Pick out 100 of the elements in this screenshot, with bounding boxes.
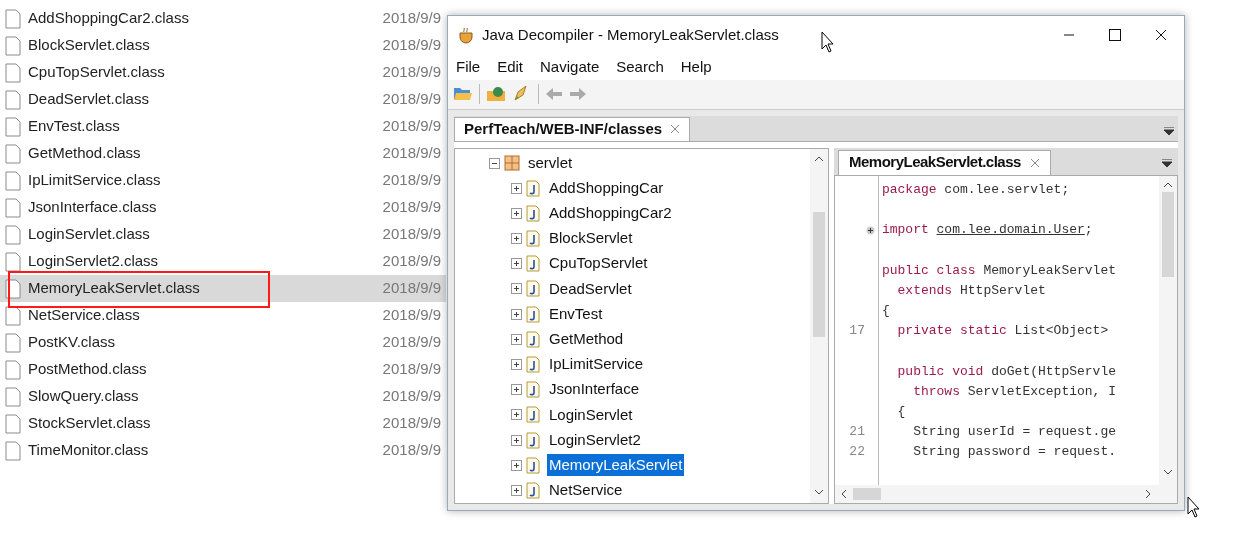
class-file-icon — [526, 230, 540, 248]
file-row[interactable]: SlowQuery.class 2018/9/9 — [0, 383, 446, 410]
menu-item[interactable]: Search — [616, 55, 664, 78]
file-name: IpLimitService.class — [28, 170, 161, 191]
editor-tab[interactable]: MemoryLeakServlet.class — [837, 149, 1051, 175]
file-icon — [5, 386, 21, 407]
close-icon[interactable] — [670, 124, 681, 135]
vertical-scrollbar[interactable] — [1159, 175, 1177, 485]
expand-icon[interactable] — [511, 233, 522, 245]
tree-item[interactable]: CpuTopServlet — [547, 252, 650, 275]
horizontal-scrollbar[interactable] — [834, 485, 1177, 503]
class-file-icon — [526, 431, 540, 449]
class-file-icon — [526, 330, 540, 348]
file-name: PostMethod.class — [28, 359, 147, 380]
class-file-icon — [526, 355, 540, 373]
file-row[interactable]: TimeMonitor.class 2018/9/9 — [0, 437, 446, 464]
tree-item[interactable]: AddShoppingCar2 — [547, 202, 674, 225]
close-icon[interactable] — [1029, 157, 1040, 168]
scrollbar-thumb[interactable] — [812, 211, 825, 337]
class-file-icon — [526, 381, 540, 399]
code-line: package com.lee.servlet; — [881, 180, 1070, 199]
file-row[interactable]: LoginServlet.class 2018/9/9 — [0, 221, 446, 248]
file-date: 2018/9/9 — [382, 413, 442, 434]
file-row[interactable]: PostMethod.class 2018/9/9 — [0, 356, 446, 383]
file-row[interactable]: BlockServlet.class 2018/9/9 — [0, 32, 446, 59]
collapse-icon[interactable] — [489, 157, 500, 169]
file-row[interactable]: AddShoppingCar2.class 2018/9/9 — [0, 5, 446, 32]
scrollbar-thumb[interactable] — [852, 488, 881, 500]
expand-icon[interactable] — [511, 207, 522, 219]
file-date: 2018/9/9 — [382, 62, 442, 83]
expand-icon[interactable] — [511, 258, 522, 270]
scroll-down-icon[interactable] — [813, 487, 824, 497]
file-name: AddShoppingCar2.class — [28, 8, 189, 29]
file-date: 2018/9/9 — [382, 251, 442, 272]
tree-item[interactable]: NetService — [547, 479, 625, 502]
file-row[interactable]: IpLimitService.class 2018/9/9 — [0, 167, 446, 194]
file-icon — [5, 332, 21, 353]
code-line: import com.lee.domain.User; — [881, 221, 1093, 240]
expand-icon[interactable] — [511, 283, 522, 295]
expand-icon[interactable] — [511, 308, 522, 320]
file-row[interactable]: EnvTest.class 2018/9/9 — [0, 113, 446, 140]
file-row[interactable]: JsonInterface.class 2018/9/9 — [0, 194, 446, 221]
scroll-down-icon[interactable] — [1163, 467, 1173, 477]
expand-icon[interactable] — [511, 384, 522, 396]
file-date: 2018/9/9 — [382, 359, 442, 380]
tree-item[interactable]: EnvTest — [547, 302, 605, 326]
expand-icon[interactable] — [511, 484, 522, 496]
file-icon — [5, 197, 21, 218]
code-line: private static List<Object> — [896, 322, 1109, 341]
expand-icon[interactable] — [511, 409, 522, 421]
project-tab[interactable]: PerfTeach/WEB-INF/classes — [454, 116, 691, 141]
dropdown-icon[interactable] — [1164, 126, 1174, 135]
menu-item[interactable]: File — [456, 55, 481, 78]
file-icon — [5, 413, 21, 434]
expand-icon[interactable] — [511, 182, 522, 194]
tree-item[interactable]: AddShoppingCar — [547, 176, 666, 200]
file-row[interactable]: LoginServlet2.class 2018/9/9 — [0, 248, 446, 275]
globe-folder-icon[interactable] — [486, 86, 506, 103]
expand-icon[interactable] — [511, 434, 522, 446]
code-line: public class MemoryLeakServlet — [881, 261, 1116, 280]
tab-label: MemoryLeakServlet.class — [848, 152, 1021, 173]
file-row[interactable]: GetMethod.class 2018/9/9 — [0, 140, 446, 167]
tree-item[interactable]: DeadServlet — [547, 277, 634, 301]
tree-item[interactable]: JsonInterface — [547, 378, 642, 401]
tree-item[interactable]: LoginServlet2 — [547, 428, 643, 452]
expand-icon[interactable] — [511, 459, 522, 471]
file-icon — [5, 170, 21, 191]
file-name: BlockServlet.class — [28, 35, 150, 56]
tree-item[interactable]: MemoryLeakServlet — [547, 453, 685, 477]
file-date: 2018/9/9 — [382, 278, 442, 299]
code-line: public void doGet(HttpServle — [896, 362, 1116, 381]
file-row[interactable]: MemoryLeakServlet.class 2018/9/9 — [0, 275, 446, 302]
file-row[interactable]: PostKV.class 2018/9/9 — [0, 329, 446, 356]
tree-item[interactable]: servlet — [528, 151, 573, 175]
file-icon — [5, 89, 21, 110]
file-row[interactable]: StockServlet.class 2018/9/9 — [0, 410, 446, 437]
file-row[interactable]: NetService.class 2018/9/9 — [0, 302, 446, 329]
dropdown-icon[interactable] — [1162, 158, 1172, 167]
file-name: MemoryLeakServlet.class — [28, 278, 200, 299]
expand-icon[interactable] — [511, 358, 522, 370]
scrollbar-thumb[interactable] — [1162, 191, 1174, 277]
file-row[interactable]: CpuTopServlet.class 2018/9/9 — [0, 59, 446, 86]
menu-item[interactable]: Navigate — [540, 55, 600, 78]
expand-icon[interactable] — [865, 225, 875, 235]
menu-item[interactable]: Help — [680, 55, 712, 78]
tree-item[interactable]: GetMethod — [547, 328, 626, 351]
file-row[interactable]: DeadServlet.class 2018/9/9 — [0, 86, 446, 113]
expand-icon[interactable] — [511, 333, 522, 345]
open-folder-icon[interactable] — [453, 86, 473, 103]
file-date: 2018/9/9 — [382, 89, 442, 110]
file-date: 2018/9/9 — [382, 8, 442, 29]
tree-item[interactable]: BlockServlet — [547, 227, 635, 250]
menu-item[interactable]: Edit — [497, 55, 524, 78]
vertical-scrollbar[interactable] — [809, 148, 828, 503]
tree-item[interactable]: IpLimitService — [547, 353, 646, 376]
file-date: 2018/9/9 — [382, 224, 442, 245]
file-date: 2018/9/9 — [382, 440, 442, 461]
scroll-right-icon[interactable] — [1143, 489, 1153, 499]
tree-item[interactable]: LoginServlet — [547, 403, 635, 427]
file-icon — [5, 359, 21, 380]
